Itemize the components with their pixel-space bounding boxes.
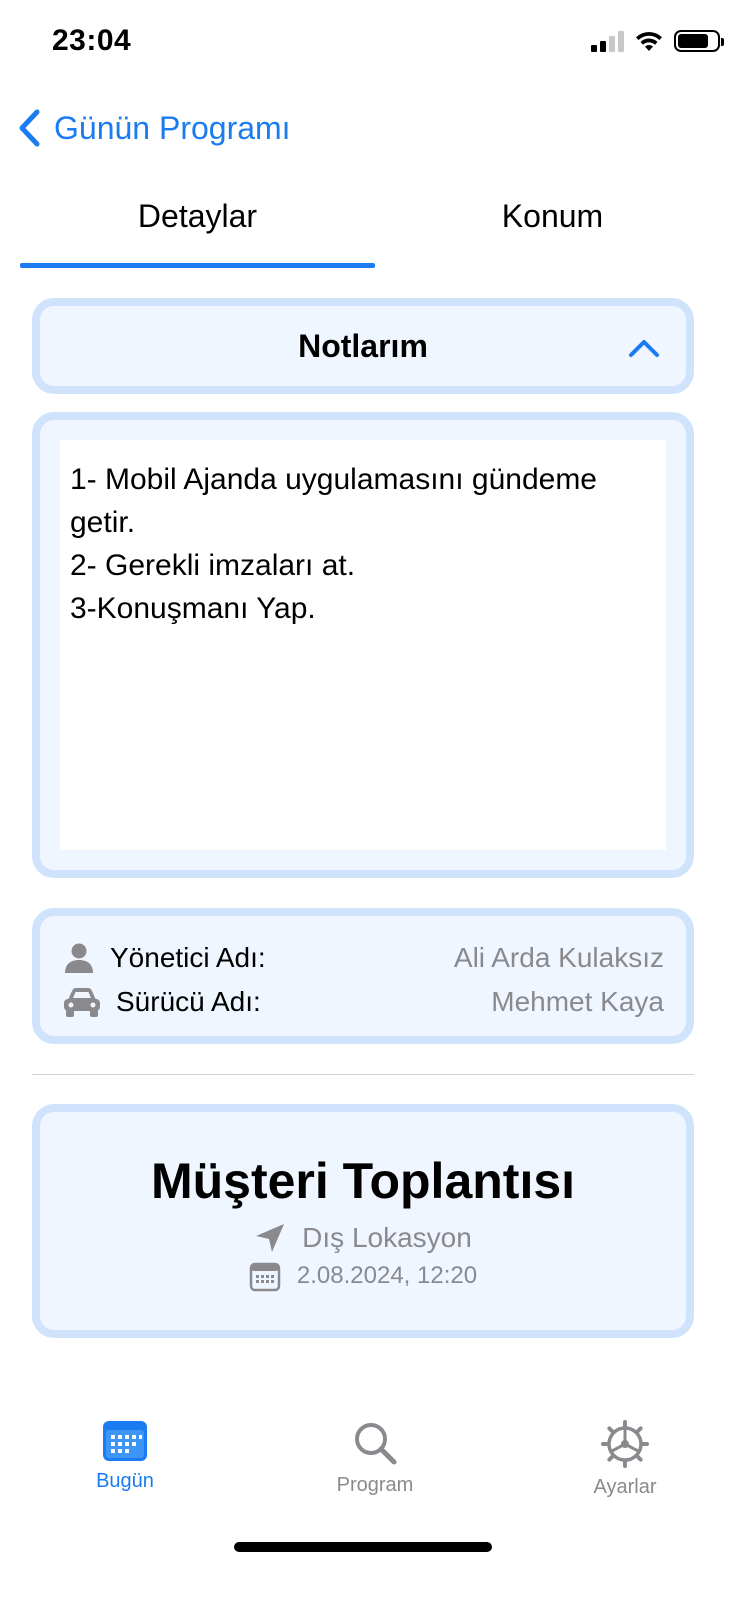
- gear-icon: [601, 1420, 649, 1468]
- back-button[interactable]: Günün Programı: [16, 108, 291, 148]
- chevron-up-icon[interactable]: [628, 338, 660, 358]
- event-location-row: Dış Lokasyon: [40, 1222, 686, 1254]
- notes-body: 1- Mobil Ajanda uygulamasını gündeme get…: [32, 412, 694, 878]
- person-icon: [65, 943, 93, 973]
- tab-location[interactable]: Konum: [375, 190, 730, 268]
- manager-label: Yönetici Adı:: [110, 942, 266, 973]
- calendar-icon: [103, 1421, 147, 1461]
- location-arrow-icon: [256, 1224, 285, 1252]
- battery-icon: [674, 30, 724, 52]
- status-bar: 23:04: [0, 0, 750, 90]
- event-date-row: 2.08.2024, 12:20: [40, 1260, 686, 1292]
- wifi-icon: [636, 31, 662, 51]
- cellular-signal-icon: [591, 30, 624, 52]
- tab-bar-label-today: Bugün: [96, 1470, 154, 1492]
- driver-value: Mehmet Kaya: [491, 986, 664, 1017]
- car-icon: [64, 988, 100, 1017]
- info-card: Yönetici Adı: Ali Arda Kulaksız Sürücü A…: [32, 908, 694, 1044]
- chevron-left-icon: [19, 109, 40, 147]
- bottom-tab-bar: Bugün Program Ayarlar: [0, 1420, 750, 1530]
- driver-row: Sürücü Adı: Mehmet Kaya: [62, 980, 664, 1024]
- manager-value: Ali Arda Kulaksız: [453, 942, 664, 973]
- back-button-label: Günün Programı: [54, 109, 291, 146]
- search-icon: [355, 1423, 397, 1465]
- event-location: Dış Lokasyon: [302, 1222, 472, 1253]
- notes-title: Notlarım: [298, 327, 428, 364]
- tab-bar-label-settings: Ayarlar: [593, 1476, 657, 1498]
- event-card: Müşteri Toplantısı Dış Lokasyon 2.08.202…: [32, 1104, 694, 1338]
- calendar-icon: [249, 1262, 281, 1292]
- status-time: 23:04: [52, 24, 132, 57]
- notes-text-area[interactable]: 1- Mobil Ajanda uygulamasını gündeme get…: [60, 440, 666, 850]
- manager-row: Yönetici Adı: Ali Arda Kulaksız: [62, 936, 664, 980]
- tab-bar-item-settings[interactable]: Ayarlar: [500, 1420, 750, 1530]
- divider: [32, 1074, 694, 1075]
- event-title: Müşteri Toplantısı: [150, 1153, 576, 1209]
- status-icons: [591, 30, 724, 52]
- tab-bar-item-today[interactable]: Bugün: [0, 1420, 250, 1530]
- tab-details[interactable]: Detaylar: [20, 190, 375, 268]
- tab-bar-top: Detaylar Konum: [20, 190, 730, 268]
- event-datetime: 2.08.2024, 12:20: [296, 1262, 478, 1289]
- tab-bar-item-program[interactable]: Program: [250, 1420, 500, 1530]
- home-indicator: [234, 1542, 492, 1552]
- tab-bar-label-program: Program: [336, 1474, 414, 1496]
- notes-header[interactable]: Notlarım: [32, 298, 694, 394]
- driver-label: Sürücü Adı:: [116, 986, 261, 1017]
